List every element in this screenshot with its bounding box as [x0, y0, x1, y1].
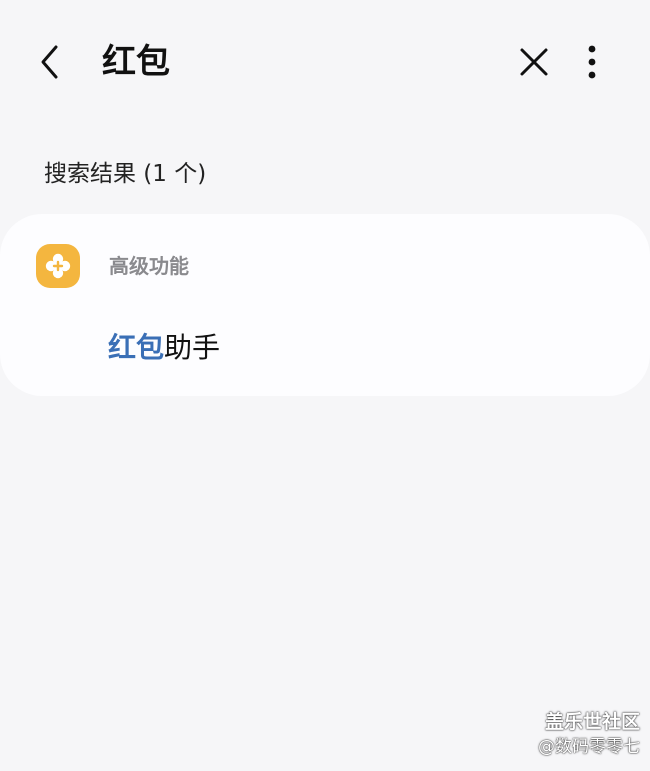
- close-icon: [520, 48, 548, 76]
- app-bar: 红包: [0, 0, 650, 124]
- watermark-brand: 盖乐世社区: [544, 711, 640, 733]
- result-title[interactable]: 红包助手: [108, 326, 220, 370]
- back-button[interactable]: [28, 40, 72, 84]
- page-title: 红包: [102, 42, 170, 82]
- chevron-left-icon: [41, 45, 58, 79]
- close-button[interactable]: [512, 40, 556, 84]
- more-options-button[interactable]: [572, 40, 612, 84]
- result-title-rest: 助手: [164, 331, 221, 364]
- watermark-author: @数码零零七: [538, 737, 640, 757]
- more-vertical-icon: [588, 45, 596, 79]
- result-category-label: 高级功能: [109, 254, 189, 278]
- result-title-highlight: 红包: [108, 331, 165, 364]
- results-count-header: 搜索结果 (1 个): [44, 161, 207, 187]
- search-result-card[interactable]: 高级功能 红包助手: [0, 214, 650, 396]
- watermark: 盖乐世社区 @数码零零七: [538, 709, 640, 759]
- advanced-features-icon: [36, 244, 80, 288]
